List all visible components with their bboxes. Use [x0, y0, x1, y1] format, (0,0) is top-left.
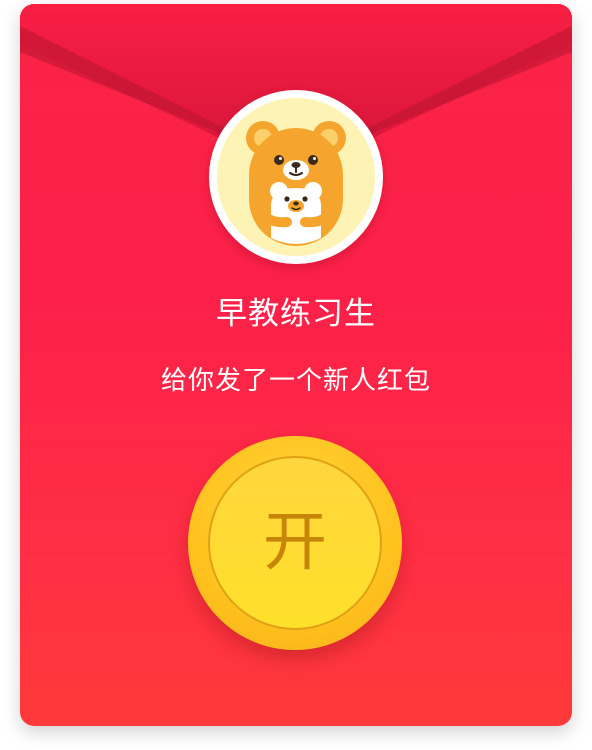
- avatar: [209, 90, 383, 264]
- open-button[interactable]: 开: [188, 436, 402, 650]
- red-envelope: 早教练习生 给你发了一个新人红包 开: [20, 4, 572, 726]
- bear-mascot-icon: [246, 121, 346, 246]
- sender-name: 早教练习生: [216, 296, 376, 332]
- envelope-message: 给你发了一个新人红包: [160, 366, 431, 396]
- page: 早教练习生 给你发了一个新人红包 开: [0, 0, 592, 750]
- open-button-label: 开: [263, 506, 327, 580]
- avatar-image: [217, 98, 375, 256]
